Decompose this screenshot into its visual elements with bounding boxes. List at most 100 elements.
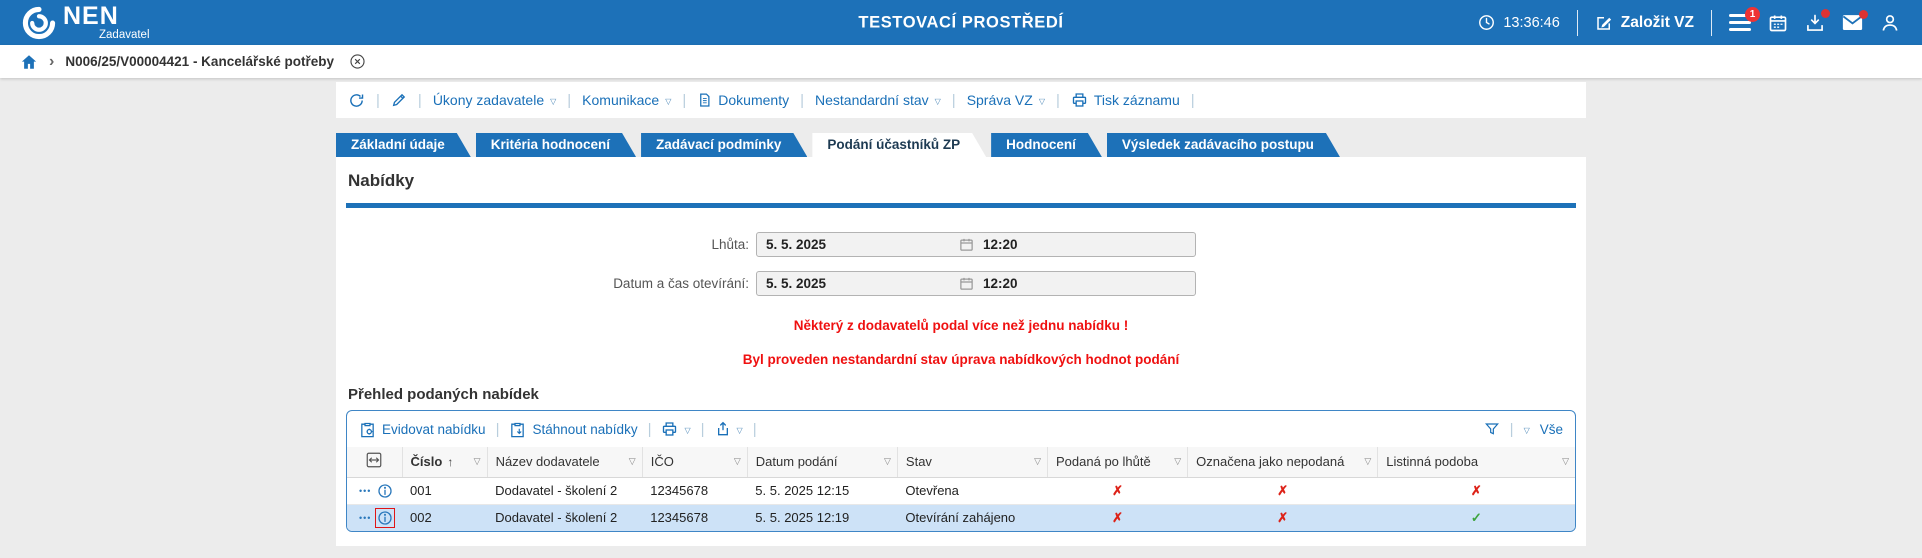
create-vz-button[interactable]: Založit VZ bbox=[1595, 14, 1694, 32]
offers-grid-toolbar: Evidovat nabídku | Stáhnout nabídky | ▽ … bbox=[347, 411, 1575, 447]
downloads-button[interactable] bbox=[1805, 8, 1830, 33]
column-header-ico[interactable]: IČO ▽ bbox=[641, 447, 748, 478]
filter-caret-icon[interactable]: ▽ bbox=[884, 456, 891, 467]
table-row-selected[interactable]: ••• 002 Dodavatel - školení 2 12345678 5… bbox=[347, 503, 1575, 531]
menu-label: Správa VZ bbox=[966, 92, 1033, 108]
nen-logo[interactable]: NEN Zadavatel bbox=[22, 3, 150, 42]
filter-caret-icon[interactable]: ▽ bbox=[1364, 456, 1371, 467]
toolbar-separator: | bbox=[752, 420, 757, 438]
column-header-datum-podani[interactable]: Datum podání ▽ bbox=[746, 447, 898, 478]
table-row[interactable]: ••• 001 Dodavatel - školení 2 12345678 5… bbox=[347, 476, 1575, 504]
home-icon[interactable] bbox=[20, 53, 38, 71]
cell-ico: 12345678 bbox=[642, 476, 748, 504]
chevron-down-icon: ▽ bbox=[550, 96, 557, 106]
field-label: Datum a čas otevírání: bbox=[613, 276, 749, 291]
tab-hodnoceni[interactable]: Hodnocení bbox=[991, 133, 1102, 157]
tab-zakladni-udaje[interactable]: Základní údaje bbox=[336, 133, 471, 157]
row-actions-icon[interactable]: ••• bbox=[359, 513, 371, 523]
stahnout-nabidky-button[interactable]: Stáhnout nabídky bbox=[509, 421, 638, 438]
column-label: Číslo bbox=[410, 454, 443, 470]
filter-caret-icon[interactable]: ▽ bbox=[474, 456, 481, 467]
breadcrumb-item[interactable]: N006/25/V00004421 - Kancelářské potřeby bbox=[65, 54, 334, 69]
filter-caret-icon[interactable]: ▽ bbox=[1034, 456, 1041, 467]
tab-vysledek-zadavaciho-postupu[interactable]: Výsledek zadávacího postupu bbox=[1107, 133, 1340, 157]
nen-logo-icon bbox=[22, 6, 56, 40]
column-header-cislo[interactable]: Číslo ↑ ▽ bbox=[401, 447, 488, 478]
export-table-button[interactable]: ▽ bbox=[715, 421, 743, 437]
menu-komunikace[interactable]: Komunikace ▽ bbox=[582, 92, 671, 108]
column-header-oznacena-jako-nepodana[interactable]: Označena jako nepodaná ▽ bbox=[1187, 447, 1378, 478]
otevirani-datetime-field[interactable]: 5. 5. 2025 12:20 bbox=[756, 271, 1196, 296]
lhuta-datetime-field[interactable]: 5. 5. 2025 12:20 bbox=[756, 232, 1196, 257]
menu-label: Dokumenty bbox=[718, 92, 790, 108]
date-value: 5. 5. 2025 bbox=[766, 237, 827, 252]
toolbar-separator: | bbox=[376, 91, 380, 109]
toolbar-separator: | bbox=[1509, 420, 1514, 438]
tab-content-panel: Nabídky Lhůta: 5. 5. 2025 12:20 Datum a … bbox=[336, 157, 1586, 546]
toolbar-separator: | bbox=[1055, 91, 1060, 109]
offers-table: Číslo ↑ ▽ Název dodavatele ▽ IČO ▽ Datum… bbox=[347, 447, 1575, 531]
tab-zadavaci-podminky[interactable]: Zadávací podmínky bbox=[641, 133, 807, 157]
filter-caret-icon[interactable]: ▽ bbox=[1174, 456, 1181, 467]
messages-button[interactable] bbox=[1842, 10, 1868, 31]
cell-nazev: Dodavatel - školení 2 bbox=[487, 476, 643, 504]
action-label: Stáhnout nabídky bbox=[532, 421, 638, 437]
column-header-listinna-podoba[interactable]: Listinná podoba ▽ bbox=[1377, 447, 1575, 478]
filter-caret-icon[interactable]: ▽ bbox=[629, 456, 636, 467]
toolbar-separator: | bbox=[417, 91, 422, 109]
menu-sprava-vz[interactable]: Správa VZ ▽ bbox=[967, 92, 1045, 108]
downloads-notification-dot bbox=[1821, 8, 1830, 18]
row-actions-icon[interactable]: ••• bbox=[359, 486, 371, 496]
cell-datum: 5. 5. 2025 12:15 bbox=[747, 476, 898, 504]
offers-grid-panel: Evidovat nabídku | Stáhnout nabídky | ▽ … bbox=[346, 410, 1576, 532]
filter-caret-icon[interactable]: ▽ bbox=[734, 456, 741, 467]
evidovat-nabidku-button[interactable]: Evidovat nabídku bbox=[359, 421, 486, 438]
cell-podana-po-lhute: ✗ bbox=[1047, 503, 1188, 531]
filter-funnel-icon[interactable] bbox=[1484, 421, 1500, 437]
tab-podani-ucastniku-zp[interactable]: Podání účastníků ZP bbox=[812, 133, 986, 157]
topbar-divider bbox=[1576, 9, 1578, 36]
chevron-right-icon: › bbox=[49, 52, 55, 70]
record-toolbar: | | Úkony zadavatele ▽ | Komunikace ▽ | … bbox=[336, 82, 1586, 118]
info-icon[interactable] bbox=[377, 483, 393, 499]
top-bar: NEN Zadavatel TESTOVACÍ PROSTŘEDÍ 13:36:… bbox=[0, 0, 1922, 45]
menu-button[interactable]: 1 bbox=[1729, 7, 1760, 31]
cell-nazev: Dodavatel - školení 2 bbox=[487, 503, 643, 531]
column-label: Označena jako nepodaná bbox=[1196, 454, 1345, 470]
user-profile-button[interactable] bbox=[1880, 13, 1900, 33]
menu-ukony-zadavatele[interactable]: Úkony zadavatele ▽ bbox=[433, 92, 556, 108]
clipboard-download-icon bbox=[509, 421, 526, 438]
edit-button[interactable] bbox=[391, 92, 407, 108]
column-label: Stav bbox=[905, 454, 932, 470]
menu-nestandardni-stav[interactable]: Nestandardní stav ▽ bbox=[815, 92, 941, 108]
menu-dokumenty[interactable]: Dokumenty bbox=[697, 92, 789, 108]
menu-label: Nestandardní stav bbox=[815, 92, 929, 108]
column-settings-header[interactable] bbox=[347, 447, 403, 478]
warning-messages: Některý z dodavatelů podal více než jedn… bbox=[336, 318, 1586, 367]
column-header-podana-po-lhute[interactable]: Podaná po lhůtě ▽ bbox=[1047, 447, 1188, 478]
filter-vse-button[interactable]: Vše bbox=[1540, 422, 1563, 437]
calendar-button[interactable] bbox=[1768, 13, 1788, 33]
cell-stav: Otevírání zahájeno bbox=[897, 503, 1048, 531]
cell-cislo: 002 bbox=[402, 503, 488, 531]
tab-strip: Základní údaje Kritéria hodnocení Zadáva… bbox=[336, 133, 1586, 157]
info-icon-highlighted[interactable] bbox=[375, 507, 396, 528]
cell-listinna-podoba: ✓ bbox=[1377, 503, 1575, 531]
column-header-stav[interactable]: Stav ▽ bbox=[896, 447, 1048, 478]
print-table-button[interactable]: ▽ bbox=[661, 421, 691, 437]
tab-kriteria-hodnoceni[interactable]: Kritéria hodnocení bbox=[476, 133, 636, 157]
cell-listinna-podoba: ✗ bbox=[1377, 476, 1575, 504]
logo-subtitle: Zadavatel bbox=[99, 28, 150, 41]
column-header-nazev-dodavatele[interactable]: Název dodavatele ▽ bbox=[486, 447, 643, 478]
section-title: Nabídky bbox=[348, 171, 415, 190]
refresh-button[interactable] bbox=[348, 92, 365, 109]
toolbar-separator: | bbox=[682, 91, 687, 109]
time-value: 12:20 bbox=[983, 237, 1018, 252]
action-label: Evidovat nabídku bbox=[382, 421, 486, 437]
chevron-down-icon: ▽ bbox=[934, 96, 941, 106]
close-tab-icon[interactable] bbox=[349, 53, 366, 70]
form-row-oteviranie: Datum a čas otevírání: 5. 5. 2025 12:20 bbox=[336, 271, 1586, 296]
offers-header-row: Číslo ↑ ▽ Název dodavatele ▽ IČO ▽ Datum… bbox=[347, 447, 1575, 478]
filter-caret-icon[interactable]: ▽ bbox=[1562, 456, 1569, 467]
menu-tisk-zaznamu[interactable]: Tisk záznamu bbox=[1071, 92, 1180, 108]
